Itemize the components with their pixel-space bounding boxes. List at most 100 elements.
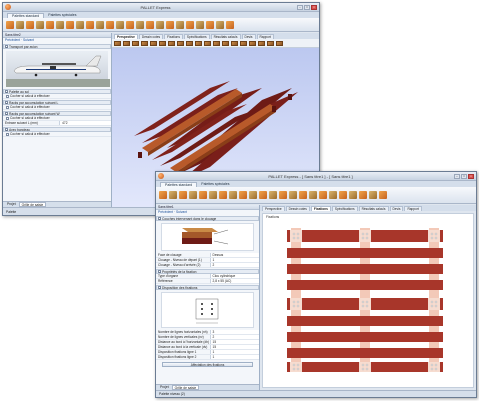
pallet-type-icon[interactable] (106, 20, 114, 29)
pallet-type-icon[interactable] (226, 20, 234, 29)
tab-specifications[interactable]: Spécifications (331, 206, 358, 211)
checkbox[interactable] (6, 116, 9, 120)
field-input[interactable]: 1 (209, 350, 259, 354)
collapse-icon[interactable]: − (158, 217, 161, 221)
pallet-type-icon[interactable] (219, 191, 227, 199)
field-input[interactable]: 15 (209, 345, 259, 349)
field-select[interactable]: 2,8 x 55 (AC) (209, 279, 259, 283)
pallet-type-icon[interactable] (309, 191, 317, 199)
pallet-type-icon[interactable] (369, 191, 377, 199)
pallet-type-icon[interactable] (86, 20, 94, 29)
close-button[interactable]: × (311, 4, 317, 10)
pallet-type-icon[interactable] (186, 20, 194, 29)
pallet-type-icon[interactable] (46, 20, 54, 29)
tab-dessin-cotes[interactable]: Dessin cotes (285, 206, 310, 211)
pallet-type-icon[interactable] (319, 191, 327, 199)
checkbox-row[interactable]: Cocher si calcul à effectuer (3, 132, 111, 137)
collapse-icon[interactable]: − (5, 112, 8, 116)
entraxe-input[interactable]: 472 (59, 121, 111, 125)
pallet-type-icon[interactable] (169, 191, 177, 199)
pallet-type-icon[interactable] (136, 20, 144, 29)
maximize-button[interactable]: □ (461, 173, 467, 179)
checkbox[interactable] (6, 132, 9, 136)
component-icon[interactable] (132, 40, 139, 46)
affectation-button[interactable]: Affectation des fixations (162, 362, 253, 367)
collapse-icon[interactable]: − (5, 45, 8, 49)
checkbox-row[interactable]: Cocher si calcul à effectuer (3, 94, 111, 99)
tab-palettes-speciales[interactable]: Palettes spéciales (44, 13, 80, 18)
pallet-type-icon[interactable] (56, 20, 64, 29)
pallet-type-icon[interactable] (166, 20, 174, 29)
app-icon[interactable] (158, 173, 164, 179)
collapse-icon[interactable]: − (158, 286, 161, 290)
pallet-type-icon[interactable] (299, 191, 307, 199)
pallet-type-icon[interactable] (189, 191, 197, 199)
pallet-type-icon[interactable] (36, 20, 44, 29)
maximize-button[interactable]: □ (304, 4, 310, 10)
pallet-type-icon[interactable] (359, 191, 367, 199)
pallet-type-icon[interactable] (126, 20, 134, 29)
next-link[interactable]: Suivant (176, 210, 187, 214)
tab-fixations[interactable]: Fixations (310, 206, 331, 211)
tab-resultats-calculs[interactable]: Résultats calculs (358, 206, 389, 211)
component-icon[interactable] (159, 40, 166, 46)
checkbox[interactable] (6, 105, 9, 109)
pallet-type-icon[interactable] (6, 20, 14, 29)
component-icon[interactable] (231, 40, 238, 46)
pallet-type-icon[interactable] (339, 191, 347, 199)
component-icon[interactable] (267, 40, 274, 46)
component-icon[interactable] (186, 40, 193, 46)
field-input[interactable]: 3 (209, 330, 259, 334)
pallet-3d-render[interactable] (112, 48, 319, 188)
collapse-icon[interactable]: − (5, 90, 8, 94)
pallet-type-icon[interactable] (146, 20, 154, 29)
tab-palettes-standard[interactable]: Palettes standard (7, 13, 45, 18)
tab-palettes-speciales[interactable]: Palettes spéciales (197, 182, 233, 187)
field-input[interactable]: 1 (209, 258, 259, 262)
pallet-type-icon[interactable] (206, 20, 214, 29)
fixations-plan-view[interactable]: Fixations (262, 213, 474, 388)
minimize-button[interactable]: – (454, 173, 460, 179)
tab-palettes-standard[interactable]: Palettes standard (160, 182, 198, 187)
field-input[interactable]: 1 (209, 355, 259, 359)
pallet-type-icon[interactable] (229, 191, 237, 199)
component-icon[interactable] (240, 40, 247, 46)
prev-link[interactable]: Précédent (158, 210, 173, 214)
checkbox[interactable] (6, 94, 9, 98)
checkbox-row[interactable]: Cocher si calcul à effectuer (3, 105, 111, 110)
pallet-type-icon[interactable] (76, 20, 84, 29)
pallet-type-icon[interactable] (249, 191, 257, 199)
field-select[interactable]: Dessus (209, 253, 259, 257)
field-select[interactable]: Clou cylindrique (209, 274, 259, 278)
component-icon[interactable] (177, 40, 184, 46)
pallet-type-icon[interactable] (16, 20, 24, 29)
pallet-type-icon[interactable] (259, 191, 267, 199)
tab-perspective[interactable]: Perspective (262, 206, 285, 211)
section-disposition[interactable]: − Disposition des fixations (156, 285, 259, 290)
section-couches[interactable]: − Couches intervenant dans le clouage (156, 216, 259, 221)
pallet-type-icon[interactable] (26, 20, 34, 29)
close-button[interactable]: × (468, 173, 474, 179)
pallet-type-icon[interactable] (179, 191, 187, 199)
collapse-icon[interactable]: − (5, 101, 8, 105)
component-icon[interactable] (114, 40, 121, 46)
pallet-type-icon[interactable] (199, 191, 207, 199)
component-icon[interactable] (168, 40, 175, 46)
pallet-type-icon[interactable] (279, 191, 287, 199)
tab-devis[interactable]: Devis (389, 206, 404, 211)
pallet-type-icon[interactable] (96, 20, 104, 29)
next-link[interactable]: Suivant (23, 38, 34, 42)
pallet-type-icon[interactable] (209, 191, 217, 199)
component-icon[interactable] (195, 40, 202, 46)
pallet-type-icon[interactable] (176, 20, 184, 29)
field-input[interactable]: 2 (209, 335, 259, 339)
component-icon[interactable] (204, 40, 211, 46)
component-icon[interactable] (213, 40, 220, 46)
tab-rapport[interactable]: Rapport (404, 206, 422, 211)
pallet-type-icon[interactable] (239, 191, 247, 199)
pallet-plan-drawing[interactable] (263, 214, 473, 388)
pallet-type-icon[interactable] (196, 20, 204, 29)
component-icon[interactable] (150, 40, 157, 46)
collapse-icon[interactable]: − (158, 270, 161, 274)
pallet-type-icon[interactable] (156, 20, 164, 29)
